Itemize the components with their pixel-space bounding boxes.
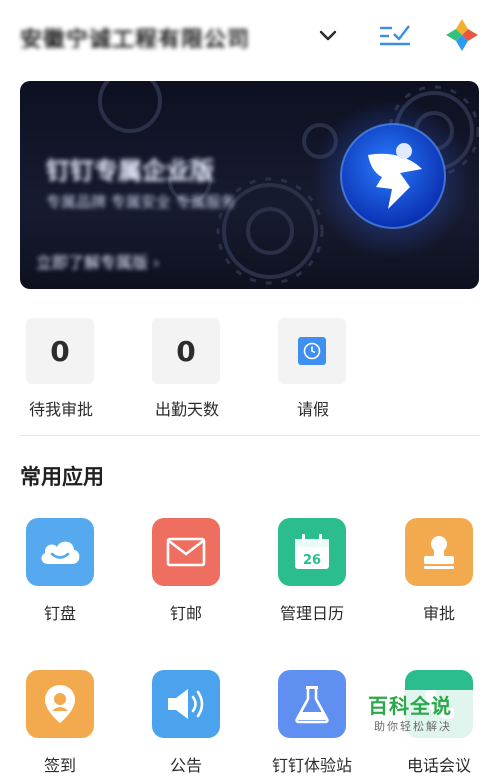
flask-icon <box>295 686 329 724</box>
banner-subtitle: 专属品牌 专属安全 专属服务 <box>46 193 236 211</box>
app-label: 钉钉体验站 <box>271 756 352 775</box>
banner-title: 钉钉专属企业版 <box>46 157 214 185</box>
app-experience-station[interactable]: 钉钉体验站 <box>272 670 352 775</box>
watermark-logo: 百科全说 助你轻松解决 <box>362 690 498 738</box>
watermark-sub-text: 助你轻松解决 <box>374 720 452 733</box>
dingtalk-wing-emblem-icon <box>340 123 446 229</box>
calendar-date: 26 <box>303 553 321 568</box>
attendance-days-label: 出勤天数 <box>154 400 219 419</box>
header-bar: 安徽宁诚工程有限公司 <box>0 0 500 78</box>
banner-cta-link[interactable]: 立即了解专属版 › <box>36 249 160 273</box>
dingtalk-logo-icon[interactable] <box>444 17 480 53</box>
leave-clock-icon <box>298 337 326 365</box>
attendance-days-count: 0 <box>152 318 220 384</box>
cloud-icon <box>41 541 80 564</box>
app-calendar[interactable]: 26 管理日历 <box>278 518 346 623</box>
stat-attendance-days[interactable]: 0 出勤天数 <box>152 318 222 419</box>
app-approval[interactable]: 审批 <box>405 518 473 623</box>
app-label: 管理日历 <box>279 604 344 623</box>
app-checkin[interactable]: 签到 <box>26 670 94 775</box>
app-icon-tile <box>152 518 220 586</box>
leave-label: 请假 <box>296 400 329 419</box>
organization-name[interactable]: 安徽宁诚工程有限公司 <box>20 22 290 48</box>
app-icon-tile <box>152 670 220 738</box>
leave-icon-box <box>278 318 346 384</box>
app-icon-tile <box>26 670 94 738</box>
pending-approval-label: 待我审批 <box>28 400 93 419</box>
pending-approval-count: 0 <box>26 318 94 384</box>
section-divider <box>20 435 480 436</box>
app-icon-tile: 26 <box>278 518 346 586</box>
app-label: 签到 <box>43 756 76 775</box>
chevron-down-icon[interactable] <box>316 24 340 48</box>
calendar-icon: 26 <box>295 534 329 569</box>
app-announcement[interactable]: 公告 <box>152 670 220 775</box>
location-pin-icon <box>45 685 75 723</box>
stat-leave[interactable]: 请假 <box>278 318 348 419</box>
megaphone-icon <box>168 689 204 719</box>
task-list-icon[interactable] <box>378 20 412 50</box>
stat-pending-approval[interactable]: 0 待我审批 <box>26 318 96 419</box>
stamp-icon <box>424 536 454 569</box>
promo-banner[interactable]: 钉钉专属企业版 专属品牌 专属安全 专属服务 立即了解专属版 › <box>20 81 479 289</box>
app-dingmail[interactable]: 钉邮 <box>152 518 220 623</box>
app-label: 公告 <box>169 756 202 775</box>
app-icon-tile <box>405 518 473 586</box>
watermark-main-text: 百科全说 <box>368 694 452 718</box>
app-icon-tile <box>26 518 94 586</box>
section-title: 常用应用 <box>20 465 104 489</box>
app-icon-tile <box>278 670 346 738</box>
app-label: 电话会议 <box>406 756 471 775</box>
app-dingpan[interactable]: 钉盘 <box>26 518 94 623</box>
mail-icon <box>166 537 206 567</box>
app-label: 钉邮 <box>169 604 202 623</box>
app-label: 钉盘 <box>43 604 76 623</box>
app-label: 审批 <box>422 604 455 623</box>
